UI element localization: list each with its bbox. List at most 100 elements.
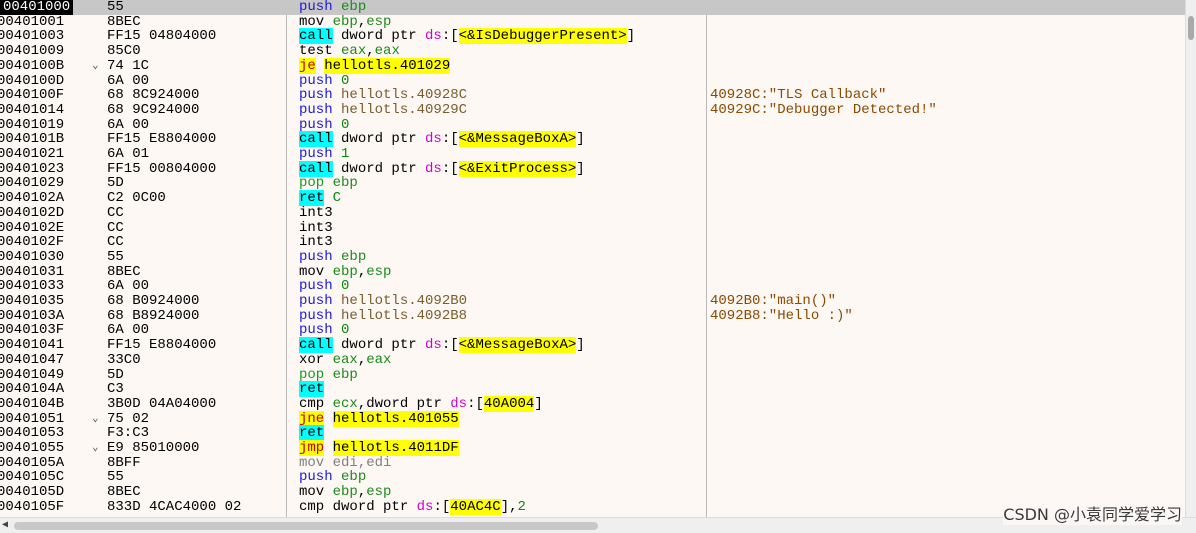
disasm-row[interactable]: 00401053 F3:C3 ret: [0, 425, 1186, 442]
operand: ds: [450, 395, 468, 412]
instruction: push 0: [299, 116, 349, 133]
disasm-row[interactable]: 0040103F 6A 00 push 0: [0, 323, 1186, 338]
operand: ds: [425, 28, 442, 45]
operand: ,: [357, 13, 367, 30]
instruction: mov ebp,esp: [299, 264, 391, 280]
disasm-row[interactable]: 0040105D 8BEC mov ebp,esp: [0, 485, 1186, 500]
operand: hellotls.40928C: [341, 87, 468, 104]
disasm-row[interactable]: 00401031 8BEC mov ebp,esp: [0, 264, 1186, 280]
mnemonic: mov: [299, 454, 325, 471]
vertical-scrollbar[interactable]: [1185, 0, 1196, 518]
operand: :[: [441, 28, 459, 45]
disasm-row[interactable]: 0040104A C3 ret: [0, 381, 1186, 398]
operand: ds: [416, 498, 434, 515]
operand: eax: [341, 43, 367, 60]
disasm-row[interactable]: 0040105C 55 push ebp: [0, 470, 1186, 485]
disasm-row[interactable]: 0040102A C2 0C00 ret C: [0, 190, 1186, 207]
address: 00401051: [0, 410, 65, 427]
mnemonic: push: [299, 278, 333, 295]
mnemonic: push: [299, 307, 333, 324]
disasm-row[interactable]: 00401055 ⌄ E9 85010000 jmp hellotls.4011DF: [0, 440, 1186, 456]
disasm-row[interactable]: 0040100F 68 8C924000 push hellotls.40928C 4…: [0, 88, 1186, 103]
disasm-row[interactable]: 0040104B 3B0D 04A04000 cmp ecx,dword ptr d…: [0, 395, 1186, 412]
disasm-row[interactable]: 0040103A 68 B8924000 push hellotls.4092B8 4…: [0, 307, 1186, 324]
vertical-scroll-thumb[interactable]: [1188, 16, 1194, 40]
operand: hellotls.40929C: [341, 101, 468, 118]
disasm-row[interactable]: 00401001 8BEC mov ebp,esp: [0, 13, 1186, 30]
instruction: mov ebp,esp: [299, 485, 391, 500]
opcode-bytes: 55: [107, 248, 124, 265]
address: 0040102D: [0, 204, 65, 221]
disasm-row[interactable]: 00401029 5D pop ebp: [0, 176, 1186, 191]
operand: hellotls.4011DF: [332, 440, 459, 456]
opcode-bytes: FF15 04804000: [107, 28, 217, 45]
address: 00401003: [0, 28, 65, 45]
operand: 0: [341, 72, 350, 89]
horizontal-scroll-thumb[interactable]: [14, 522, 598, 530]
operand: dword ptr: [332, 498, 417, 515]
mnemonic: mov: [299, 13, 325, 30]
disasm-row[interactable]: 00401009 85C0 test eax,eax: [0, 44, 1186, 59]
disasm-row[interactable]: 00401019 6A 00 push 0: [0, 116, 1186, 133]
mnemonic: ret: [299, 381, 325, 398]
disassembly-view[interactable]: 00401000 55 push ebp 00401001 8BEC mov ebp,es…: [0, 0, 1186, 518]
address: 0040105F: [0, 498, 65, 515]
watermark: CSDN @小袁同学爱学习: [1003, 501, 1182, 525]
address: 00401035: [0, 293, 65, 309]
opcode-bytes: 8BFF: [107, 454, 141, 471]
operand: hellotls.401055: [332, 410, 459, 427]
opcode-bytes: 33C0: [107, 351, 141, 368]
operand: :[: [441, 131, 459, 148]
disasm-row[interactable]: 00401003 FF15 04804000 call dword ptr ds:[…: [0, 28, 1186, 45]
address: 0040100D: [0, 72, 65, 89]
disasm-row[interactable]: 00401049 5D pop ebp: [0, 366, 1186, 383]
disasm-row[interactable]: 00401051 ⌄ 75 02 jne hellotls.401055: [0, 410, 1186, 427]
operand: <&MessageBoxA>: [458, 131, 577, 148]
operand: hellotls.4092B8: [341, 307, 468, 324]
mnemonic: ret: [299, 190, 325, 207]
disasm-row[interactable]: 0040105A 8BFF mov edi,edi: [0, 454, 1186, 471]
disasm-row[interactable]: 00401021 6A 01 push 1: [0, 147, 1186, 162]
opcode-bytes: E9 85010000: [107, 440, 200, 456]
opcode-bytes: CC: [107, 234, 124, 251]
disasm-row[interactable]: 0040101B FF15 E8804000 call dword ptr ds:[…: [0, 131, 1186, 148]
address: 00401009: [0, 43, 65, 60]
address: 0040102E: [0, 219, 65, 236]
disasm-row[interactable]: 00401014 68 9C924000 push hellotls.40929C 4…: [0, 103, 1186, 118]
disasm-row[interactable]: 00401047 33C0 xor eax,eax: [0, 351, 1186, 368]
disasm-row[interactable]: 0040102F CC int3: [0, 235, 1186, 250]
opcode-bytes: F3:C3: [107, 425, 150, 442]
disasm-row[interactable]: 00401033 6A 00 push 0: [0, 279, 1186, 294]
mnemonic: call: [299, 337, 333, 354]
mnemonic: mov: [299, 484, 325, 501]
scroll-left-arrow-icon[interactable]: ◀: [2, 519, 8, 531]
operand: 40AC4C: [450, 498, 501, 515]
mnemonic: push: [299, 116, 333, 133]
operand: ]: [534, 395, 543, 412]
address: 00401023: [0, 160, 65, 177]
disasm-row[interactable]: 00401035 68 B0924000 push hellotls.4092B0 4…: [0, 294, 1186, 309]
instruction: jne hellotls.401055: [299, 410, 459, 427]
mnemonic: pop: [299, 366, 325, 383]
mnemonic: jne: [299, 410, 325, 427]
opcode-bytes: 3B0D 04A04000: [107, 395, 217, 412]
operand: ]: [626, 28, 636, 45]
address: 0040105C: [0, 469, 65, 486]
disasm-row[interactable]: 00401000 55 push ebp: [0, 0, 1186, 15]
instruction: int3: [299, 205, 333, 221]
disasm-row[interactable]: 00401030 55 push ebp: [0, 250, 1186, 265]
disasm-row[interactable]: 0040102D CC int3: [0, 204, 1186, 221]
mnemonic: push: [299, 101, 333, 118]
disasm-row[interactable]: 0040100B ⌄ 74 1C je hellotls.401029: [0, 57, 1186, 74]
operand: <&ExitProcess>: [458, 160, 577, 177]
instruction: pop ebp: [299, 176, 358, 191]
opcode-bytes: 85C0: [107, 43, 141, 60]
disasm-row[interactable]: 00401023 FF15 00804000 call dword ptr ds:[…: [0, 160, 1186, 177]
address: 0040105D: [0, 484, 65, 501]
operand: dword ptr: [341, 28, 426, 45]
disasm-row[interactable]: 0040102E CC int3: [0, 219, 1186, 236]
disasm-row[interactable]: 0040100D 6A 00 push 0: [0, 72, 1186, 89]
operand: ,dword ptr: [357, 395, 451, 412]
mnemonic: push: [299, 72, 333, 89]
disasm-row[interactable]: 00401041 FF15 E8804000 call dword ptr ds:[…: [0, 337, 1186, 354]
